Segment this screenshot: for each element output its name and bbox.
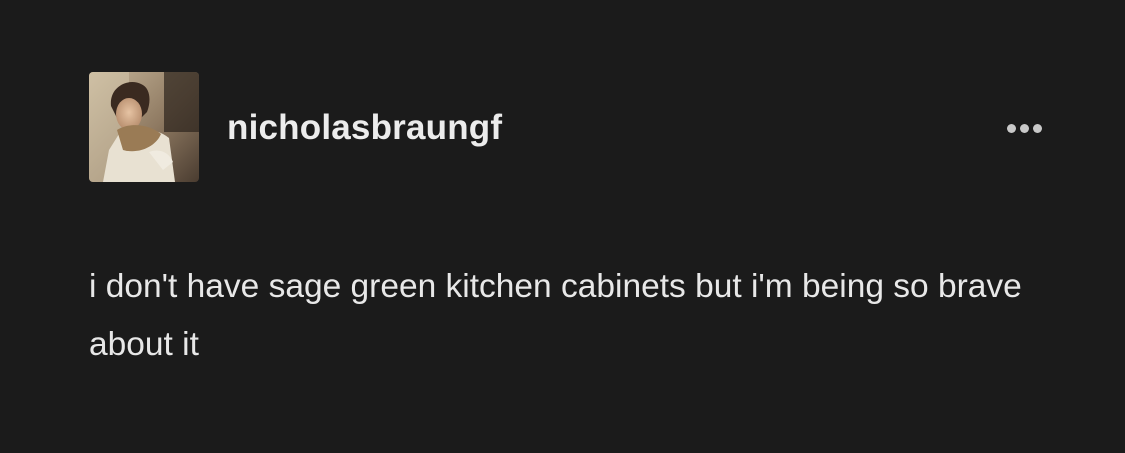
ellipsis-icon-dot [1019, 123, 1029, 133]
ellipsis-icon [1006, 123, 1016, 133]
ellipsis-icon-dot [1032, 123, 1042, 133]
avatar-image [89, 72, 199, 182]
more-options-button[interactable] [999, 109, 1049, 147]
post-body-text: i don't have sage green kitchen cabinets… [89, 268, 1022, 363]
post-card: nicholasbraungf i don't have sage green … [0, 0, 1125, 453]
post-author-username[interactable]: nicholasbraungf [227, 104, 502, 152]
avatar[interactable] [89, 72, 199, 182]
